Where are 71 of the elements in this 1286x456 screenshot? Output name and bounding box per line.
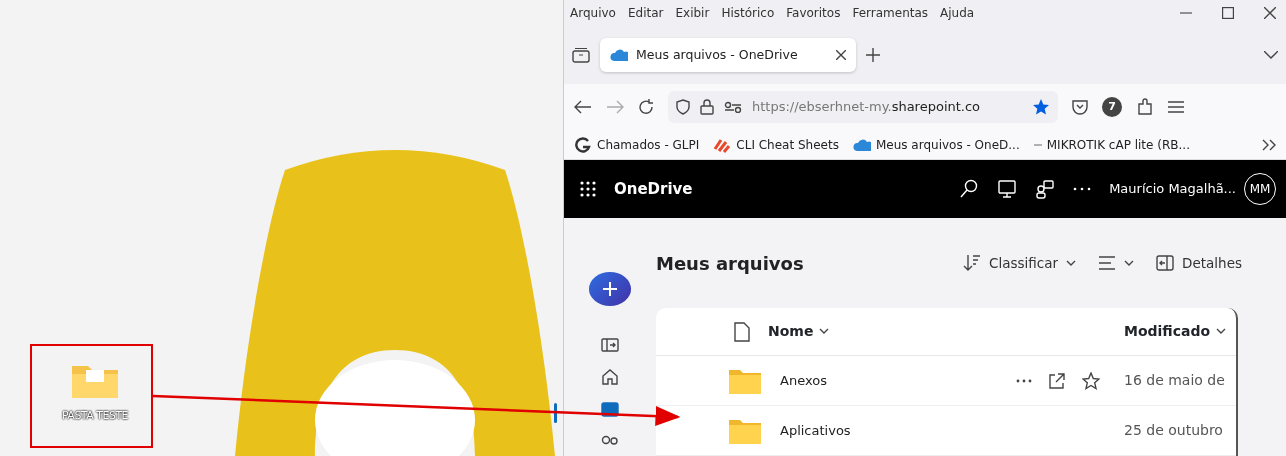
page-title: Meus arquivos	[656, 251, 804, 276]
permissions-icon	[724, 101, 742, 113]
list-view-icon	[1098, 254, 1117, 272]
tab-list-icon[interactable]	[572, 47, 590, 63]
menu-item[interactable]: Arquivo	[570, 4, 616, 22]
sort-button[interactable]: Classificar	[963, 252, 1077, 274]
lock-icon	[700, 99, 714, 115]
user-name[interactable]: Maurício Magalhã...	[1109, 179, 1236, 199]
menu-item[interactable]: Exibir	[675, 4, 710, 22]
cloud-icon	[610, 47, 628, 63]
back-icon[interactable]	[574, 100, 592, 114]
app-name[interactable]: OneDrive	[614, 177, 693, 201]
sort-icon	[963, 254, 982, 272]
shield-icon	[676, 99, 690, 115]
more-icon[interactable]	[1073, 187, 1092, 191]
close-icon[interactable]	[1264, 7, 1276, 19]
extension-badge[interactable]: 7	[1102, 97, 1122, 117]
maximize-icon[interactable]	[1222, 7, 1234, 19]
star-icon[interactable]	[1032, 98, 1050, 116]
menu-item[interactable]: Histórico	[721, 4, 775, 22]
file-name[interactable]: Aplicativos	[780, 420, 851, 441]
caret-icon	[1216, 328, 1227, 336]
bookmark-link[interactable]: Meus arquivos - OneD...	[852, 135, 1020, 154]
bookmark-link[interactable]: MIKROTIK cAP lite (RB...	[1033, 135, 1190, 154]
dash-icon	[1033, 143, 1042, 146]
file-icon	[734, 321, 750, 342]
bookmark-link[interactable]: CLI Cheat Sheets	[713, 135, 839, 154]
file-name[interactable]: Anexos	[780, 370, 827, 391]
reload-icon[interactable]	[638, 99, 654, 115]
plus-icon[interactable]	[866, 48, 880, 62]
modified-date: 25 de outubro	[1124, 421, 1224, 440]
star-icon[interactable]	[1082, 371, 1100, 390]
menu-icon[interactable]	[1168, 101, 1184, 113]
home-icon[interactable]	[601, 367, 619, 386]
app-launcher-icon[interactable]	[580, 181, 596, 197]
browser-tab[interactable]: Meus arquivos - OneDrive	[600, 37, 856, 73]
menu-item[interactable]: Editar	[627, 4, 664, 22]
monitor-icon[interactable]	[997, 179, 1018, 199]
menu-item[interactable]: Ajuda	[940, 4, 975, 22]
close-icon[interactable]	[836, 50, 846, 60]
bookmark-link[interactable]: Chamados - GLPI	[574, 135, 700, 154]
address-bar[interactable]: https://ebserhnet-my.sharepoint.co	[668, 91, 1058, 123]
details-pane-icon	[1156, 254, 1175, 272]
chevron-right-icon[interactable]	[1262, 138, 1276, 151]
plus-icon	[603, 281, 617, 296]
share-icon[interactable]	[1048, 371, 1066, 390]
logo-icon	[574, 136, 592, 153]
puzzle-icon[interactable]	[1136, 98, 1154, 116]
url-text: https://ebserhnet-my.sharepoint.co	[752, 98, 981, 117]
column-header[interactable]: Modificado	[1124, 321, 1236, 343]
details-button[interactable]: Detalhes	[1156, 252, 1242, 274]
caret-icon	[1066, 259, 1077, 267]
tab-title: Meus arquivos - OneDrive	[636, 45, 798, 64]
column-header[interactable]: Nome	[768, 321, 830, 343]
menu-item[interactable]: Favoritos	[786, 4, 841, 22]
view-button[interactable]	[1098, 254, 1135, 272]
file-row[interactable]: Anexos 16 de maio de	[656, 356, 1236, 407]
pocket-icon[interactable]	[1072, 99, 1088, 115]
chevron-down-icon[interactable]	[1264, 51, 1278, 59]
caret-icon	[1124, 259, 1135, 267]
menu-item[interactable]: Ferramentas	[852, 4, 929, 22]
caret-icon	[819, 328, 830, 336]
search-icon[interactable]	[959, 179, 980, 199]
new-button[interactable]	[589, 272, 631, 306]
file-row[interactable]: Aplicativos 25 de outubro	[656, 406, 1236, 456]
panel-icon[interactable]	[601, 336, 619, 355]
desktop-icon-label[interactable]: PASTA TESTE	[61, 408, 129, 425]
more-icon[interactable]	[1016, 378, 1032, 383]
modified-date: 16 de maio de	[1124, 371, 1226, 391]
shapes-icon[interactable]	[1035, 179, 1056, 199]
people-icon[interactable]	[601, 434, 619, 446]
